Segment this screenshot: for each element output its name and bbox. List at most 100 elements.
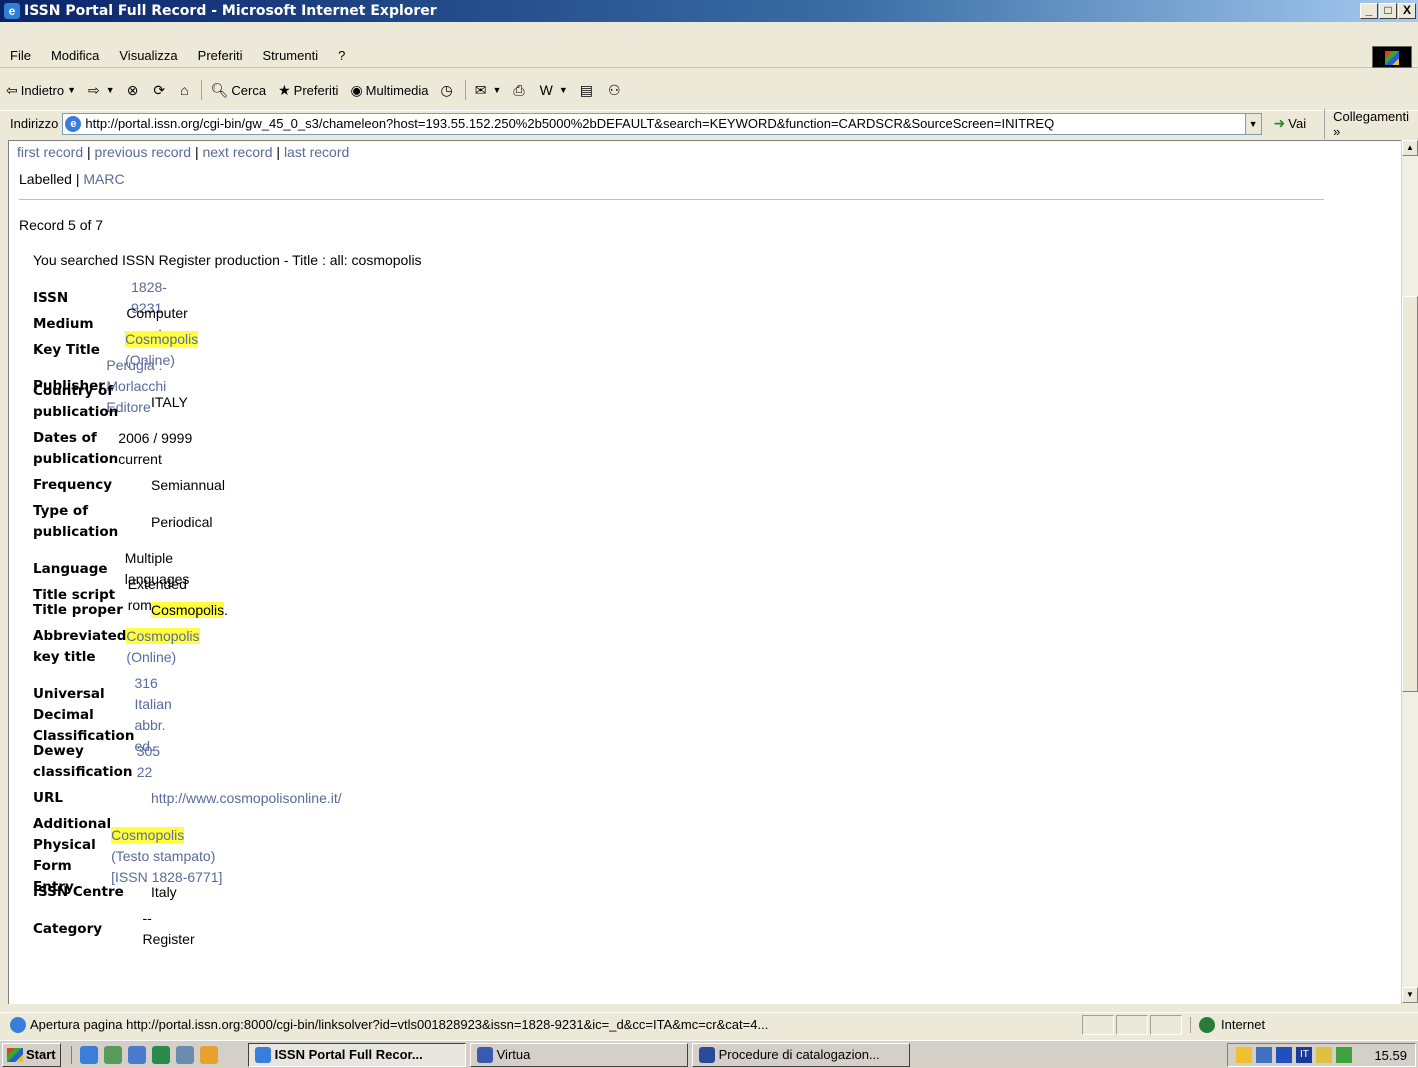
- minimize-button[interactable]: _: [1360, 3, 1378, 19]
- forward-dropdown-icon[interactable]: ▼: [106, 85, 115, 95]
- address-input[interactable]: e http://portal.issn.org/cgi-bin/gw_45_0…: [62, 112, 1262, 135]
- task-virtua[interactable]: Virtua: [469, 1042, 688, 1067]
- menu-file[interactable]: File: [0, 48, 41, 63]
- edit-dropdown-icon[interactable]: ▼: [559, 85, 568, 95]
- security-tray-icon[interactable]: [1336, 1047, 1353, 1063]
- dewey-link[interactable]: 305 22: [137, 741, 175, 783]
- refresh-button[interactable]: ⟳: [147, 78, 174, 102]
- back-button[interactable]: ⇦ Indietro ▼: [0, 78, 82, 102]
- outlook-icon[interactable]: [127, 1045, 146, 1064]
- field-label: Title proper: [33, 602, 123, 618]
- vertical-scrollbar[interactable]: ▲ ▼: [1401, 140, 1418, 1004]
- field-label: ISSN Centre: [33, 884, 124, 900]
- home-icon: ⌂: [180, 82, 189, 98]
- previous-record-link[interactable]: previous record: [95, 144, 192, 160]
- status-progress-cell: [1082, 1014, 1114, 1035]
- favorites-button[interactable]: ★ Preferiti: [272, 78, 344, 102]
- toolbar-separator: [464, 80, 466, 100]
- label-line: Country of: [33, 383, 114, 399]
- first-record-link[interactable]: first record: [17, 144, 83, 160]
- media-player-icon[interactable]: [151, 1045, 170, 1064]
- word-doc-icon: [698, 1046, 715, 1063]
- menu-preferiti[interactable]: Preferiti: [188, 48, 253, 63]
- refresh-icon: ⟳: [153, 81, 166, 98]
- clock: 15.59: [1374, 1047, 1407, 1063]
- record-count: Record 5 of 7: [19, 217, 104, 233]
- field-value: ITALY: [151, 393, 188, 410]
- scroll-down-button[interactable]: ▼: [1402, 987, 1418, 1003]
- field-dates: Dates of publication 2006 / 9999 current: [33, 428, 195, 470]
- go-button[interactable]: ➜ Vai: [1274, 115, 1307, 132]
- print-button[interactable]: ⎙: [507, 78, 533, 102]
- media-tray-icon[interactable]: [1276, 1047, 1293, 1063]
- mail-dropdown-icon[interactable]: ▼: [492, 85, 501, 95]
- next-record-link[interactable]: next record: [202, 144, 272, 160]
- field-dewey: Dewey classification 305 22: [33, 741, 174, 783]
- search-icon: 🔍︎: [210, 81, 229, 98]
- mail-icon: ✉: [474, 81, 487, 98]
- start-button[interactable]: Start: [2, 1042, 61, 1067]
- back-arrow-icon: ⇦: [6, 81, 18, 98]
- additional-form-link[interactable]: Cosmopolis (Testo stampato) [ISSN 1828-6…: [111, 825, 224, 888]
- mail-button[interactable]: ✉ ▼: [469, 78, 508, 102]
- close-button[interactable]: X: [1398, 3, 1416, 19]
- labelled-view: Labelled: [19, 171, 72, 187]
- links-label: Collegamenti: [1333, 108, 1409, 124]
- menu-help[interactable]: ?: [328, 48, 355, 63]
- toolbar: ⇦ Indietro ▼ ⇨ ▼ ⊗ ⟳ ⌂ 🔍︎ Cerca ★ Prefer…: [0, 77, 1418, 103]
- history-button[interactable]: ◷: [435, 78, 462, 102]
- clock-app-icon[interactable]: [199, 1045, 218, 1064]
- task-ie[interactable]: ISSN Portal Full Recor...: [247, 1042, 466, 1067]
- address-bar: Indirizzo e http://portal.issn.org/cgi-b…: [0, 108, 1418, 139]
- status-message: Apertura pagina http://portal.issn.org:8…: [0, 1016, 1080, 1033]
- field-label: Abbreviated key title: [33, 626, 126, 668]
- messenger-button[interactable]: ⚇: [602, 78, 630, 102]
- search-description: You searched ISSN Register production - …: [33, 252, 422, 268]
- media-button[interactable]: ◉ Multimedia: [344, 78, 434, 102]
- scroll-up-button[interactable]: ▲: [1402, 140, 1418, 156]
- maximize-button[interactable]: □: [1379, 3, 1397, 19]
- abbrev-title-link[interactable]: Cosmopolis (Online): [126, 626, 224, 668]
- last-record-link[interactable]: last record: [284, 144, 349, 160]
- network-tray-icon[interactable]: [1256, 1047, 1273, 1063]
- address-dropdown-icon[interactable]: ▼: [1244, 113, 1261, 134]
- field-label: Type of publication: [33, 501, 151, 543]
- network-icon[interactable]: [175, 1045, 194, 1064]
- menu-modifica[interactable]: Modifica: [41, 48, 109, 63]
- label-line: publication: [33, 451, 119, 467]
- field-label: Category: [33, 920, 103, 937]
- forward-button[interactable]: ⇨ ▼: [82, 78, 121, 102]
- toolbar-separator: [200, 80, 202, 100]
- chat-icon[interactable]: [1316, 1047, 1333, 1063]
- search-button[interactable]: 🔍︎ Cerca: [205, 78, 272, 102]
- address-url[interactable]: http://portal.issn.org/cgi-bin/gw_45_0_s…: [85, 116, 1244, 131]
- label-line: publication: [33, 404, 119, 420]
- highlight: Cosmopolis: [111, 826, 185, 843]
- favorites-label: Preferiti: [293, 82, 339, 98]
- task-word[interactable]: Procedure di catalogazion...: [691, 1042, 910, 1067]
- links-button[interactable]: Collegamenti »: [1324, 108, 1418, 139]
- stop-button[interactable]: ⊗: [121, 78, 148, 102]
- view-toggle: Labelled | MARC: [19, 171, 125, 187]
- label-line: Dewey: [33, 743, 84, 759]
- edit-button[interactable]: W ▼: [534, 78, 574, 102]
- task-label: ISSN Portal Full Recor...: [274, 1047, 423, 1062]
- volume-icon[interactable]: [1236, 1047, 1253, 1063]
- scroll-thumb[interactable]: [1402, 296, 1418, 692]
- field-url: URL http://www.cosmopolisonline.it/: [33, 788, 342, 809]
- menu-visualizza[interactable]: Visualizza: [109, 48, 187, 63]
- ie-quicklaunch-icon[interactable]: [79, 1045, 98, 1064]
- url-link[interactable]: http://www.cosmopolisonline.it/: [151, 788, 342, 809]
- language-indicator[interactable]: IT: [1296, 1047, 1313, 1063]
- home-button[interactable]: ⌂: [174, 78, 197, 102]
- label-line: publication: [33, 524, 119, 540]
- desktop-icon[interactable]: [103, 1045, 122, 1064]
- field-issn-centre: ISSN Centre Italy: [33, 882, 177, 903]
- back-dropdown-icon[interactable]: ▼: [67, 85, 76, 95]
- menu-strumenti[interactable]: Strumenti: [252, 48, 328, 63]
- discuss-button[interactable]: ▤: [574, 78, 602, 102]
- label-line: classification: [33, 764, 133, 780]
- field-value: Italy: [151, 884, 177, 900]
- field-label: Universal Decimal Classification: [33, 684, 134, 747]
- marc-view-link[interactable]: MARC: [83, 171, 124, 187]
